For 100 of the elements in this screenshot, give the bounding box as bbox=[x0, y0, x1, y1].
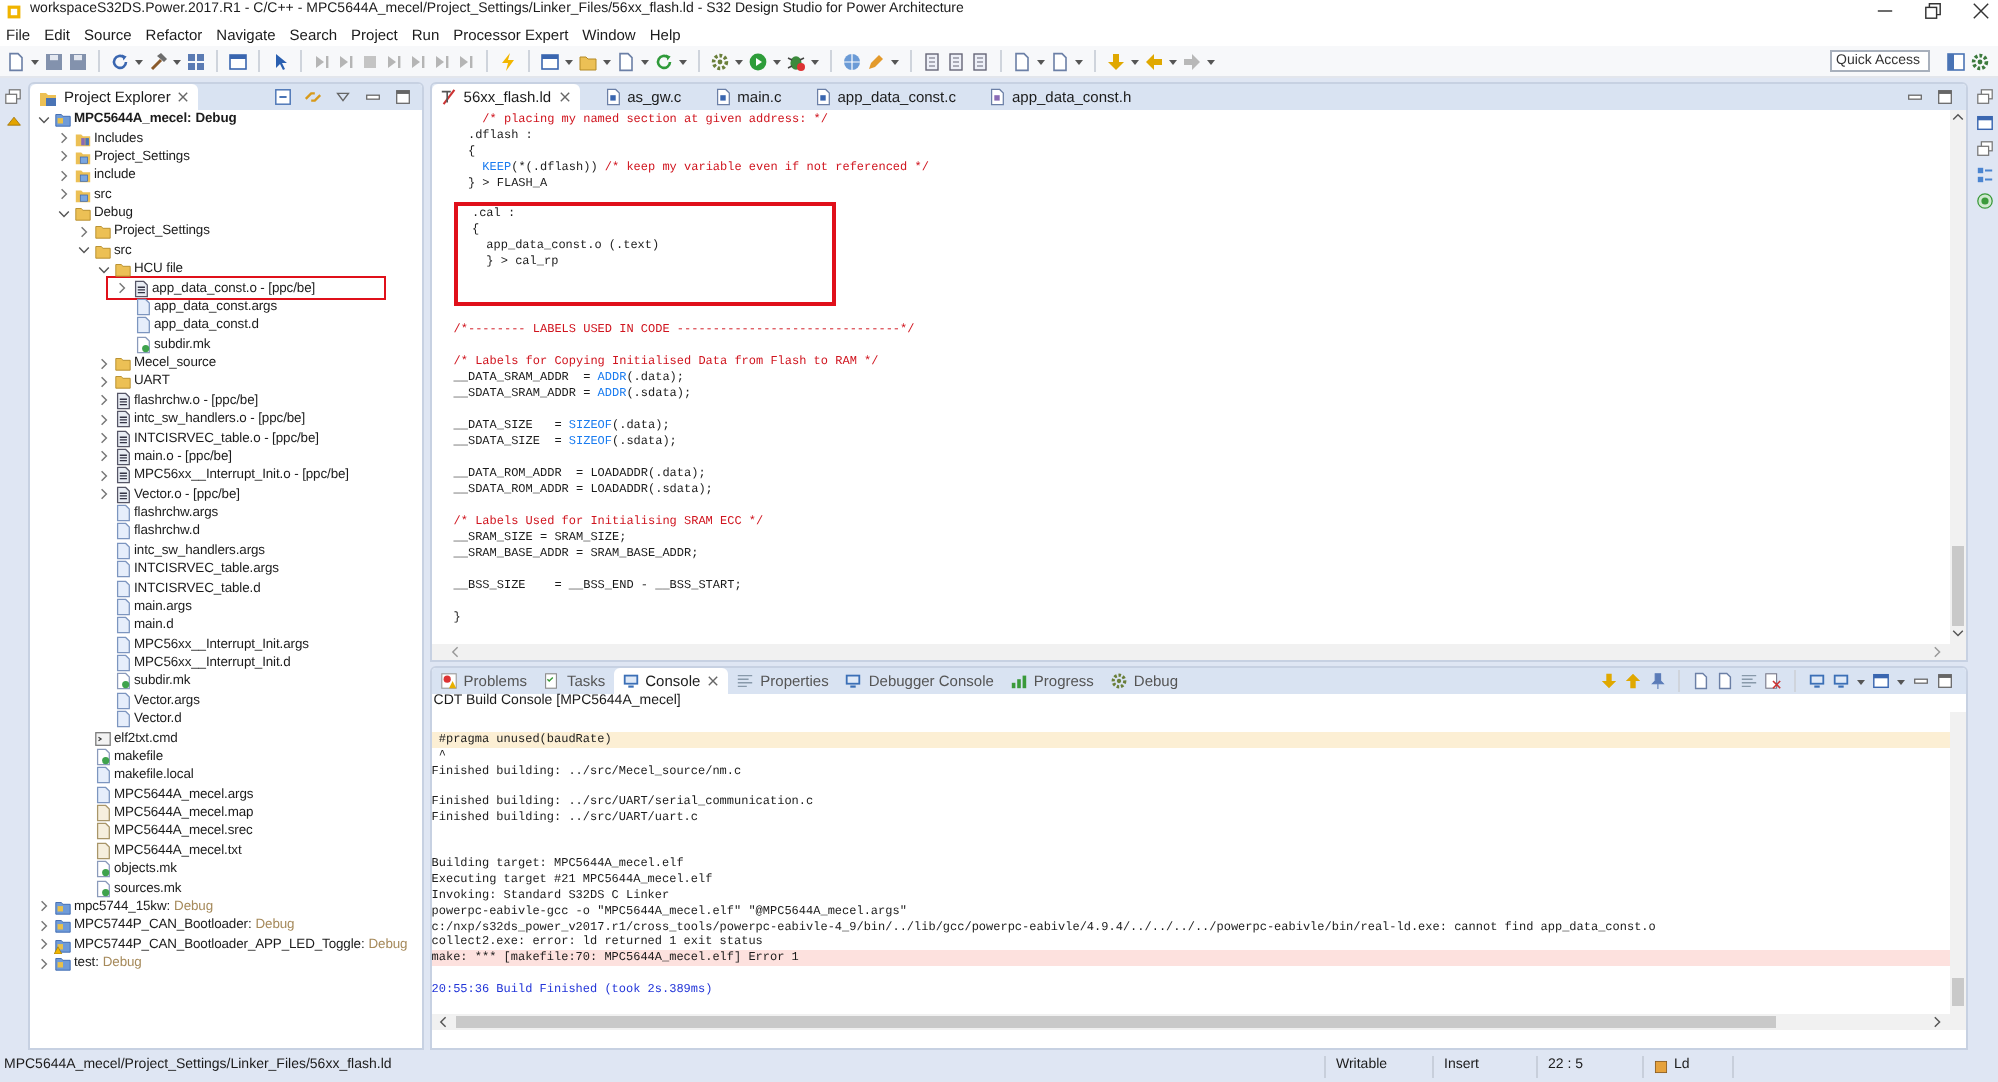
save-icon[interactable] bbox=[68, 51, 88, 71]
scroll-left-icon[interactable] bbox=[435, 1014, 452, 1030]
monitor-icon[interactable] bbox=[1832, 672, 1851, 690]
play-icon[interactable] bbox=[748, 51, 768, 71]
collapse-icon[interactable] bbox=[35, 111, 52, 128]
window-icon[interactable] bbox=[1872, 672, 1891, 690]
command-file-icon bbox=[93, 729, 112, 748]
hammer-icon[interactable] bbox=[148, 51, 168, 71]
pin-icon[interactable] bbox=[1648, 672, 1667, 690]
gear-icon bbox=[1109, 672, 1128, 690]
folder-icon bbox=[37, 87, 58, 107]
binary-file-icon bbox=[131, 279, 150, 298]
window-icon[interactable] bbox=[540, 51, 560, 71]
scrollbar[interactable] bbox=[431, 1014, 1967, 1030]
collapse-icon[interactable] bbox=[75, 242, 92, 259]
expand-icon[interactable] bbox=[95, 411, 112, 428]
monitor-icon[interactable] bbox=[1808, 672, 1827, 690]
tasks-icon bbox=[542, 672, 561, 690]
scrollbar[interactable] bbox=[1950, 110, 1967, 644]
clear-icon[interactable] bbox=[1764, 672, 1783, 690]
expand-icon[interactable] bbox=[55, 167, 72, 184]
perspective-icon[interactable] bbox=[1946, 51, 1966, 71]
save-icon[interactable] bbox=[44, 51, 64, 71]
gear-icon[interactable] bbox=[1970, 51, 1990, 71]
grid-icon[interactable] bbox=[186, 51, 206, 71]
expand-icon[interactable] bbox=[35, 936, 52, 953]
bug-icon[interactable] bbox=[786, 51, 806, 71]
expand-icon[interactable] bbox=[55, 148, 72, 165]
file-icon bbox=[113, 672, 132, 691]
file-icon bbox=[603, 88, 622, 106]
page-icon[interactable] bbox=[922, 51, 942, 71]
file-icon bbox=[93, 879, 112, 898]
view-menu-icon[interactable] bbox=[333, 88, 352, 106]
expand-icon[interactable] bbox=[55, 130, 72, 147]
file-icon bbox=[133, 335, 152, 354]
close-icon[interactable] bbox=[706, 674, 721, 688]
expand-icon[interactable] bbox=[113, 280, 130, 297]
problems-icon bbox=[439, 672, 458, 690]
binary-file-icon bbox=[113, 429, 132, 448]
restore-icon[interactable] bbox=[1924, 2, 1942, 20]
window-icon[interactable] bbox=[1975, 114, 1993, 132]
scrollbar[interactable] bbox=[1950, 712, 1967, 1014]
collapse-icon[interactable] bbox=[55, 205, 72, 222]
expand-icon[interactable] bbox=[95, 467, 112, 484]
close-icon[interactable] bbox=[557, 90, 572, 104]
includes-folder-icon bbox=[73, 129, 92, 148]
globe-icon[interactable] bbox=[842, 51, 862, 71]
binary-file-icon bbox=[113, 466, 132, 485]
scroll-down-icon[interactable] bbox=[1950, 626, 1967, 642]
expand-icon[interactable] bbox=[95, 448, 112, 465]
gear-icon[interactable] bbox=[710, 51, 730, 71]
expand-icon[interactable] bbox=[35, 955, 52, 972]
scrollbar-thumb[interactable] bbox=[1952, 546, 1965, 626]
expand-icon[interactable] bbox=[95, 486, 112, 503]
collapse-icon[interactable] bbox=[95, 261, 112, 278]
target-icon[interactable] bbox=[1975, 192, 1993, 210]
expand-icon[interactable] bbox=[95, 355, 112, 372]
bars-icon bbox=[1009, 672, 1028, 690]
scrollbar-thumb[interactable] bbox=[455, 1016, 1776, 1028]
file-icon bbox=[713, 88, 732, 106]
file-icon bbox=[93, 747, 112, 766]
source-folder-icon bbox=[73, 185, 92, 204]
window-icon[interactable] bbox=[228, 51, 248, 71]
expand-icon[interactable] bbox=[35, 898, 52, 915]
cursor-icon[interactable] bbox=[270, 51, 290, 71]
file-type-icon bbox=[1654, 1060, 1668, 1074]
expand-icon[interactable] bbox=[55, 186, 72, 203]
document-icon[interactable] bbox=[6, 51, 26, 71]
scrollbar-thumb[interactable] bbox=[1952, 978, 1965, 1006]
lines-icon[interactable] bbox=[1740, 672, 1759, 690]
collapse-all-icon[interactable] bbox=[273, 88, 292, 106]
scrollbar[interactable] bbox=[431, 644, 1967, 660]
close-icon[interactable] bbox=[1972, 2, 1990, 20]
close-icon[interactable] bbox=[176, 90, 191, 104]
maximize-icon[interactable] bbox=[1936, 88, 1955, 106]
file-icon bbox=[813, 88, 832, 106]
refresh-icon[interactable] bbox=[110, 51, 130, 71]
page-icon[interactable] bbox=[946, 51, 966, 71]
maximize-icon[interactable] bbox=[393, 88, 412, 106]
monitor-icon bbox=[621, 672, 640, 690]
file-icon bbox=[93, 860, 112, 879]
expand-icon[interactable] bbox=[75, 223, 92, 240]
expand-icon[interactable] bbox=[35, 917, 52, 934]
expand-icon[interactable] bbox=[95, 392, 112, 409]
scroll-up-icon[interactable] bbox=[1950, 110, 1967, 126]
expand-icon[interactable] bbox=[95, 430, 112, 447]
lines-icon bbox=[736, 672, 755, 690]
binary-file-icon bbox=[113, 447, 132, 466]
binary-file-icon bbox=[113, 391, 132, 410]
maximize-icon[interactable] bbox=[1936, 672, 1955, 690]
source-folder-icon bbox=[73, 147, 92, 166]
outline-icon[interactable] bbox=[1975, 166, 1993, 184]
page-icon[interactable] bbox=[970, 51, 990, 71]
source-folder-icon bbox=[73, 166, 92, 185]
triangle-icon[interactable] bbox=[3, 114, 24, 130]
refresh-icon[interactable] bbox=[654, 51, 674, 71]
binary-file-icon bbox=[113, 485, 132, 504]
document-icon[interactable] bbox=[616, 51, 636, 71]
expand-icon[interactable] bbox=[95, 373, 112, 390]
file-icon bbox=[987, 88, 1006, 106]
